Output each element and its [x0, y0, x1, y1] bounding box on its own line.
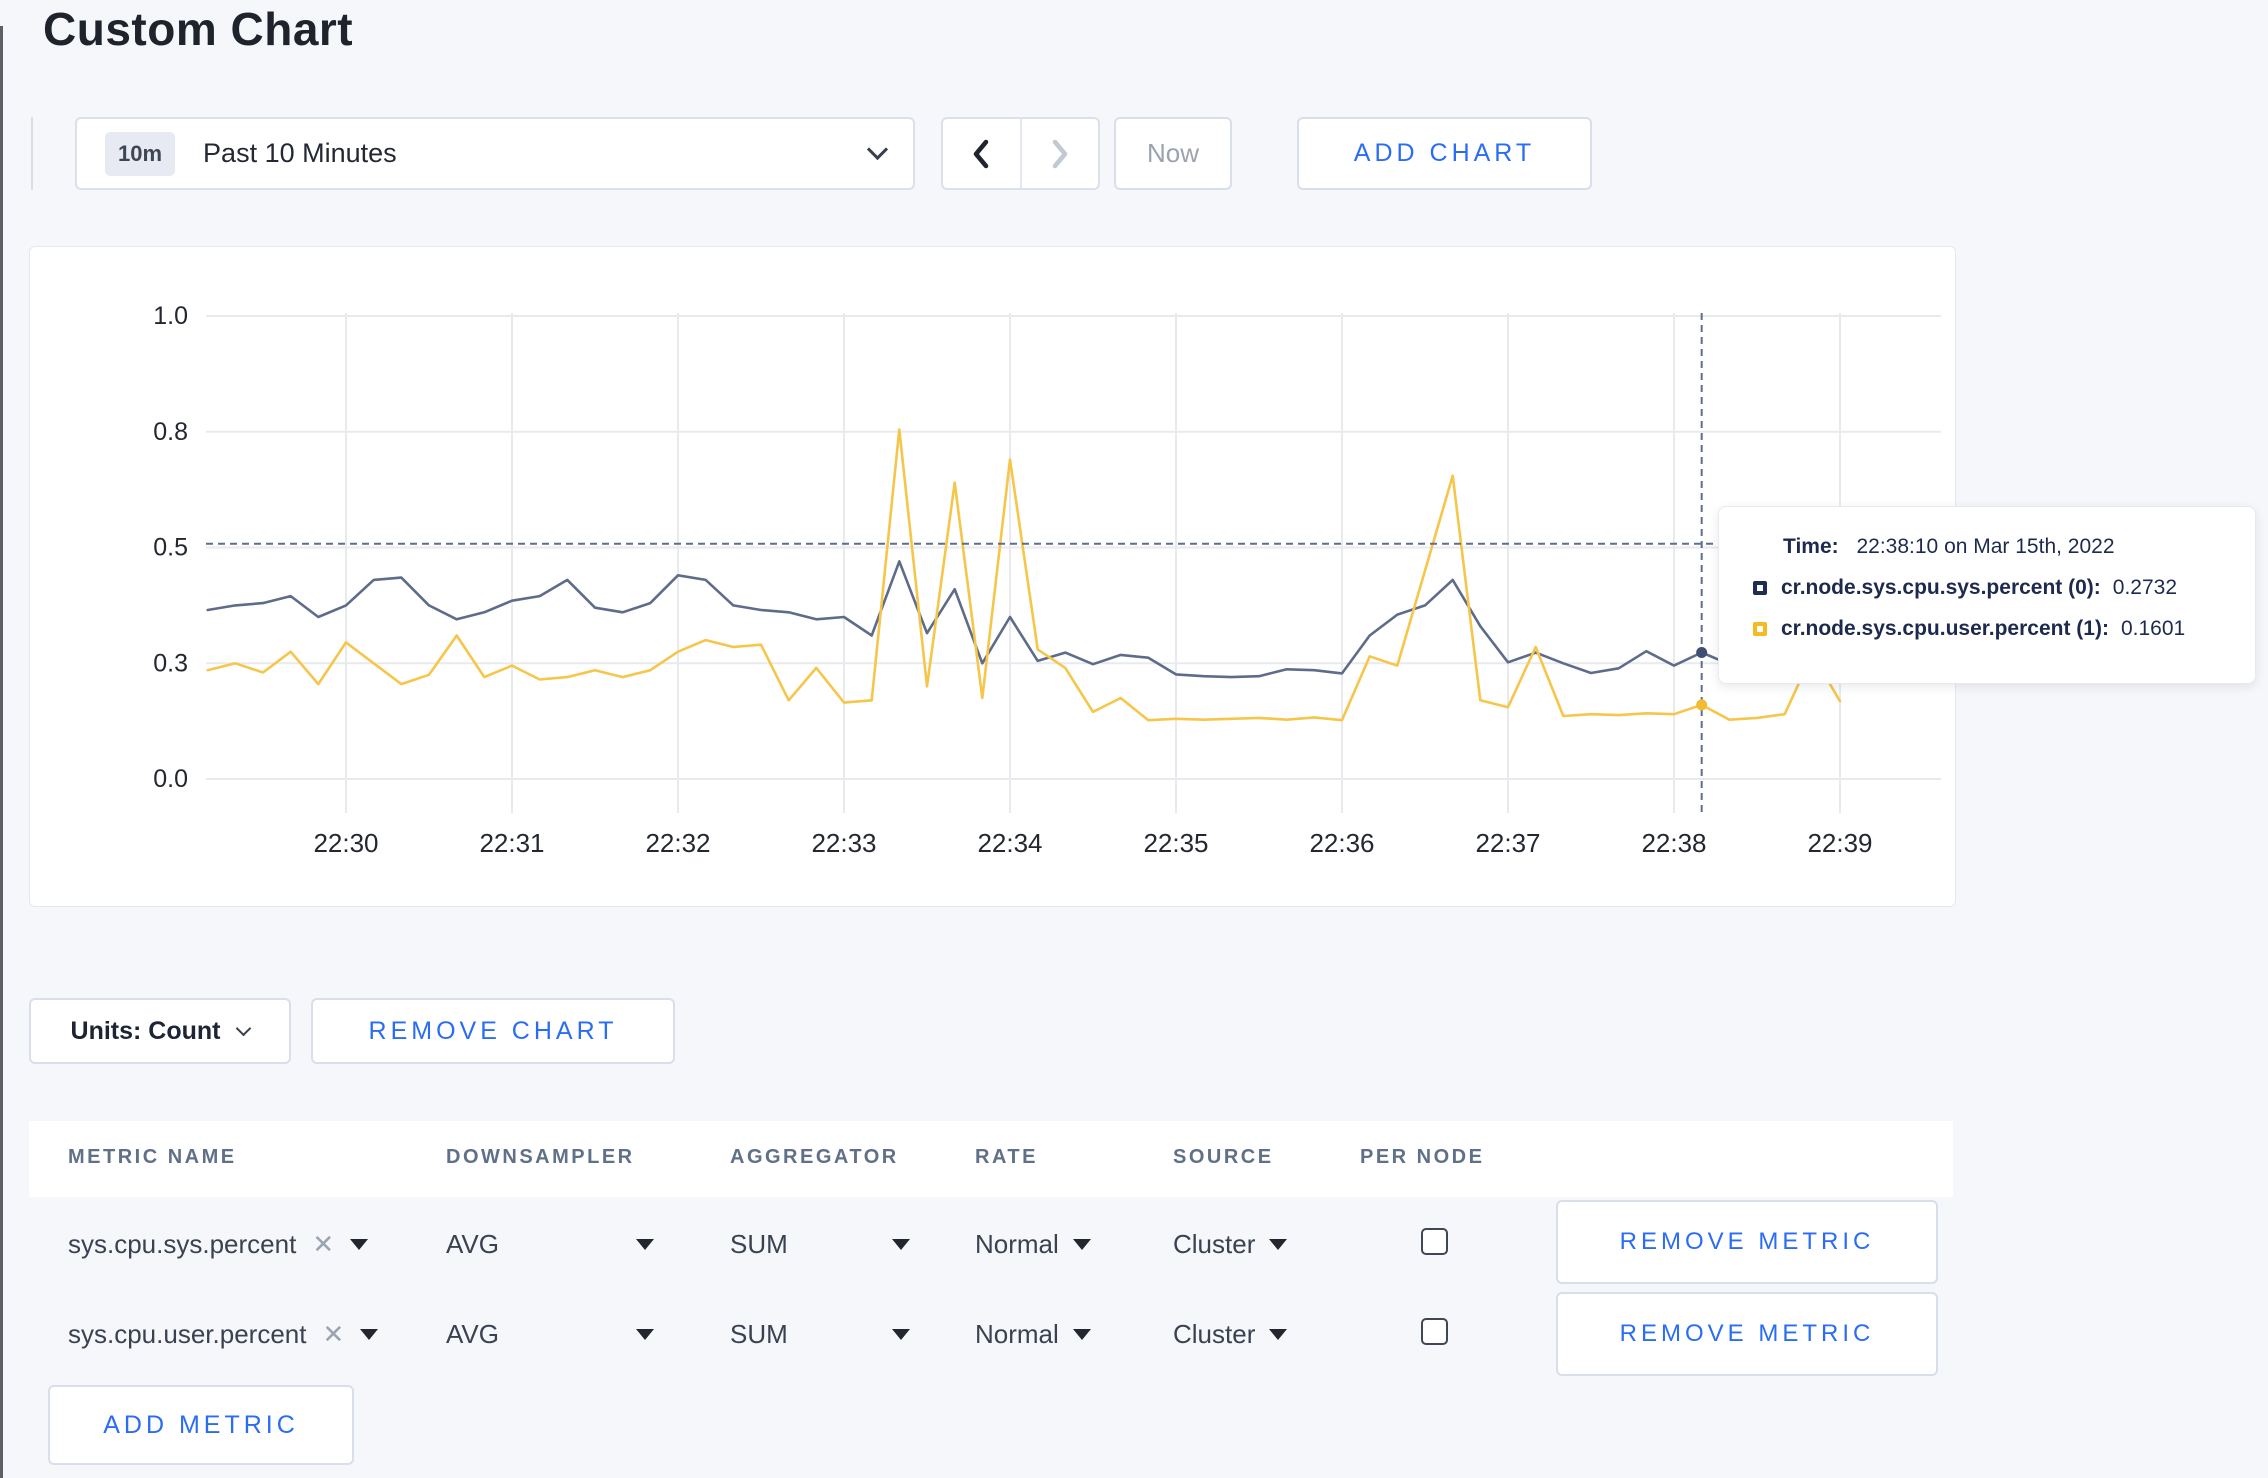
sys-series-swatch-icon — [1753, 581, 1767, 595]
source-select[interactable]: Cluster — [1173, 1226, 1288, 1262]
downsampler-value: AVG — [446, 1228, 499, 1259]
svg-text:22:30: 22:30 — [313, 828, 378, 858]
aggregator-value: SUM — [730, 1228, 788, 1259]
source-value: Cluster — [1173, 1228, 1256, 1259]
chart-card: 0.0 0.3 0.5 0.8 1.0 22:30 22:31 22:32 22:33 22:34… — [29, 246, 1956, 907]
col-header-metric-name: METRIC NAME — [68, 1146, 237, 1168]
svg-text:22:39: 22:39 — [1807, 828, 1872, 858]
svg-text:22:37: 22:37 — [1475, 828, 1540, 858]
chart-tooltip: Time: 22:38:10 on Mar 15th, 2022 cr.node… — [1718, 506, 2256, 684]
remove-chart-button[interactable]: REMOVE CHART — [311, 998, 675, 1064]
custom-chart-page: Custom Chart 10m Past 10 Minutes Now ADD… — [0, 0, 2268, 1478]
table-row-metric-name[interactable]: sys.cpu.user.percent ✕ — [68, 1316, 379, 1352]
clear-metric-icon[interactable]: ✕ — [312, 1229, 334, 1260]
svg-text:22:33: 22:33 — [811, 828, 876, 858]
per-node-checkbox[interactable] — [1421, 1318, 1448, 1345]
dropdown-caret-icon — [1269, 1238, 1288, 1250]
time-range-badge: 10m — [105, 131, 176, 176]
units-label: Units: Count — [70, 1016, 221, 1045]
table-row-metric-name[interactable]: sys.cpu.sys.percent ✕ — [68, 1226, 369, 1262]
per-node-checkbox[interactable] — [1421, 1228, 1448, 1255]
time-nav-group — [941, 117, 1100, 190]
add-metric-button[interactable]: ADD METRIC — [48, 1385, 354, 1465]
window-left-edge — [0, 26, 3, 1478]
chevron-right-icon — [1052, 139, 1067, 168]
chart-plot[interactable]: 0.0 0.3 0.5 0.8 1.0 22:30 22:31 22:32 22:33 22:34… — [30, 247, 1957, 908]
dropdown-caret-icon — [892, 1328, 910, 1340]
metric-dropdown-caret-icon[interactable] — [350, 1238, 369, 1250]
dropdown-caret-icon — [892, 1238, 910, 1250]
aggregator-select[interactable]: SUM — [730, 1316, 910, 1352]
dropdown-caret-icon — [636, 1238, 654, 1250]
tooltip-time-value: 22:38:10 on Mar 15th, 2022 — [1856, 535, 2115, 558]
time-prev-button[interactable] — [943, 119, 1022, 188]
add-chart-button[interactable]: ADD CHART — [1297, 117, 1592, 190]
chevron-down-icon — [866, 138, 889, 161]
svg-text:22:35: 22:35 — [1143, 828, 1208, 858]
svg-text:0.5: 0.5 — [153, 534, 188, 562]
rate-select[interactable]: Normal — [975, 1226, 1091, 1262]
col-header-rate: RATE — [975, 1146, 1038, 1168]
now-button[interactable]: Now — [1114, 117, 1232, 190]
units-select[interactable]: Units: Count — [29, 998, 291, 1064]
toolbar-divider — [31, 117, 33, 190]
tooltip-series-value: 0.2732 — [2112, 576, 2178, 599]
svg-text:22:38: 22:38 — [1641, 828, 1706, 858]
downsampler-value: AVG — [446, 1318, 499, 1349]
tooltip-series-value: 0.1601 — [2120, 617, 2186, 640]
col-header-per-node: PER NODE — [1360, 1146, 1485, 1168]
metric-name-value: sys.cpu.sys.percent — [68, 1228, 297, 1259]
rate-value: Normal — [975, 1318, 1059, 1349]
tooltip-series-label: cr.node.sys.cpu.user.percent (1): — [1781, 617, 2109, 640]
tooltip-series-label: cr.node.sys.cpu.sys.percent (0): — [1781, 576, 2101, 599]
downsampler-select[interactable]: AVG — [446, 1316, 654, 1352]
metric-name-value: sys.cpu.user.percent — [68, 1318, 307, 1349]
metric-dropdown-caret-icon[interactable] — [360, 1328, 379, 1340]
remove-metric-button[interactable]: REMOVE METRIC — [1556, 1200, 1938, 1284]
dropdown-caret-icon — [1072, 1238, 1091, 1250]
tooltip-series-row: cr.node.sys.cpu.user.percent (1): 0.1601 — [1753, 617, 2255, 641]
time-next-button[interactable] — [1022, 119, 1099, 188]
user-series-swatch-icon — [1753, 622, 1767, 636]
time-range-label: Past 10 Minutes — [203, 138, 397, 168]
svg-text:22:32: 22:32 — [645, 828, 710, 858]
rate-value: Normal — [975, 1228, 1059, 1259]
rate-select[interactable]: Normal — [975, 1316, 1091, 1352]
svg-text:22:31: 22:31 — [479, 828, 544, 858]
remove-metric-button[interactable]: REMOVE METRIC — [1556, 1292, 1938, 1376]
aggregator-select[interactable]: SUM — [730, 1226, 910, 1262]
dropdown-caret-icon — [1072, 1328, 1091, 1340]
source-select[interactable]: Cluster — [1173, 1316, 1288, 1352]
svg-text:0.3: 0.3 — [153, 649, 188, 677]
col-header-aggregator: AGGREGATOR — [730, 1146, 899, 1168]
svg-text:1.0: 1.0 — [153, 302, 188, 330]
downsampler-select[interactable]: AVG — [446, 1226, 654, 1262]
clear-metric-icon[interactable]: ✕ — [322, 1319, 344, 1350]
time-range-select[interactable]: 10m Past 10 Minutes — [75, 117, 915, 190]
aggregator-value: SUM — [730, 1318, 788, 1349]
svg-text:22:36: 22:36 — [1309, 828, 1374, 858]
tooltip-time-row: Time: 22:38:10 on Mar 15th, 2022 — [1783, 535, 2255, 559]
source-value: Cluster — [1173, 1318, 1256, 1349]
col-header-source: SOURCE — [1173, 1146, 1274, 1168]
dropdown-caret-icon — [1269, 1328, 1288, 1340]
chevron-down-icon — [236, 1020, 252, 1036]
col-header-downsampler: DOWNSAMPLER — [446, 1146, 635, 1168]
svg-text:0.0: 0.0 — [153, 765, 188, 793]
svg-text:22:34: 22:34 — [977, 828, 1042, 858]
svg-text:0.8: 0.8 — [153, 418, 188, 446]
page-title: Custom Chart — [43, 3, 354, 55]
dropdown-caret-icon — [636, 1328, 654, 1340]
tooltip-time-label: Time: — [1783, 535, 1839, 558]
tooltip-series-row: cr.node.sys.cpu.sys.percent (0): 0.2732 — [1753, 576, 2255, 600]
chevron-left-icon — [974, 139, 989, 168]
